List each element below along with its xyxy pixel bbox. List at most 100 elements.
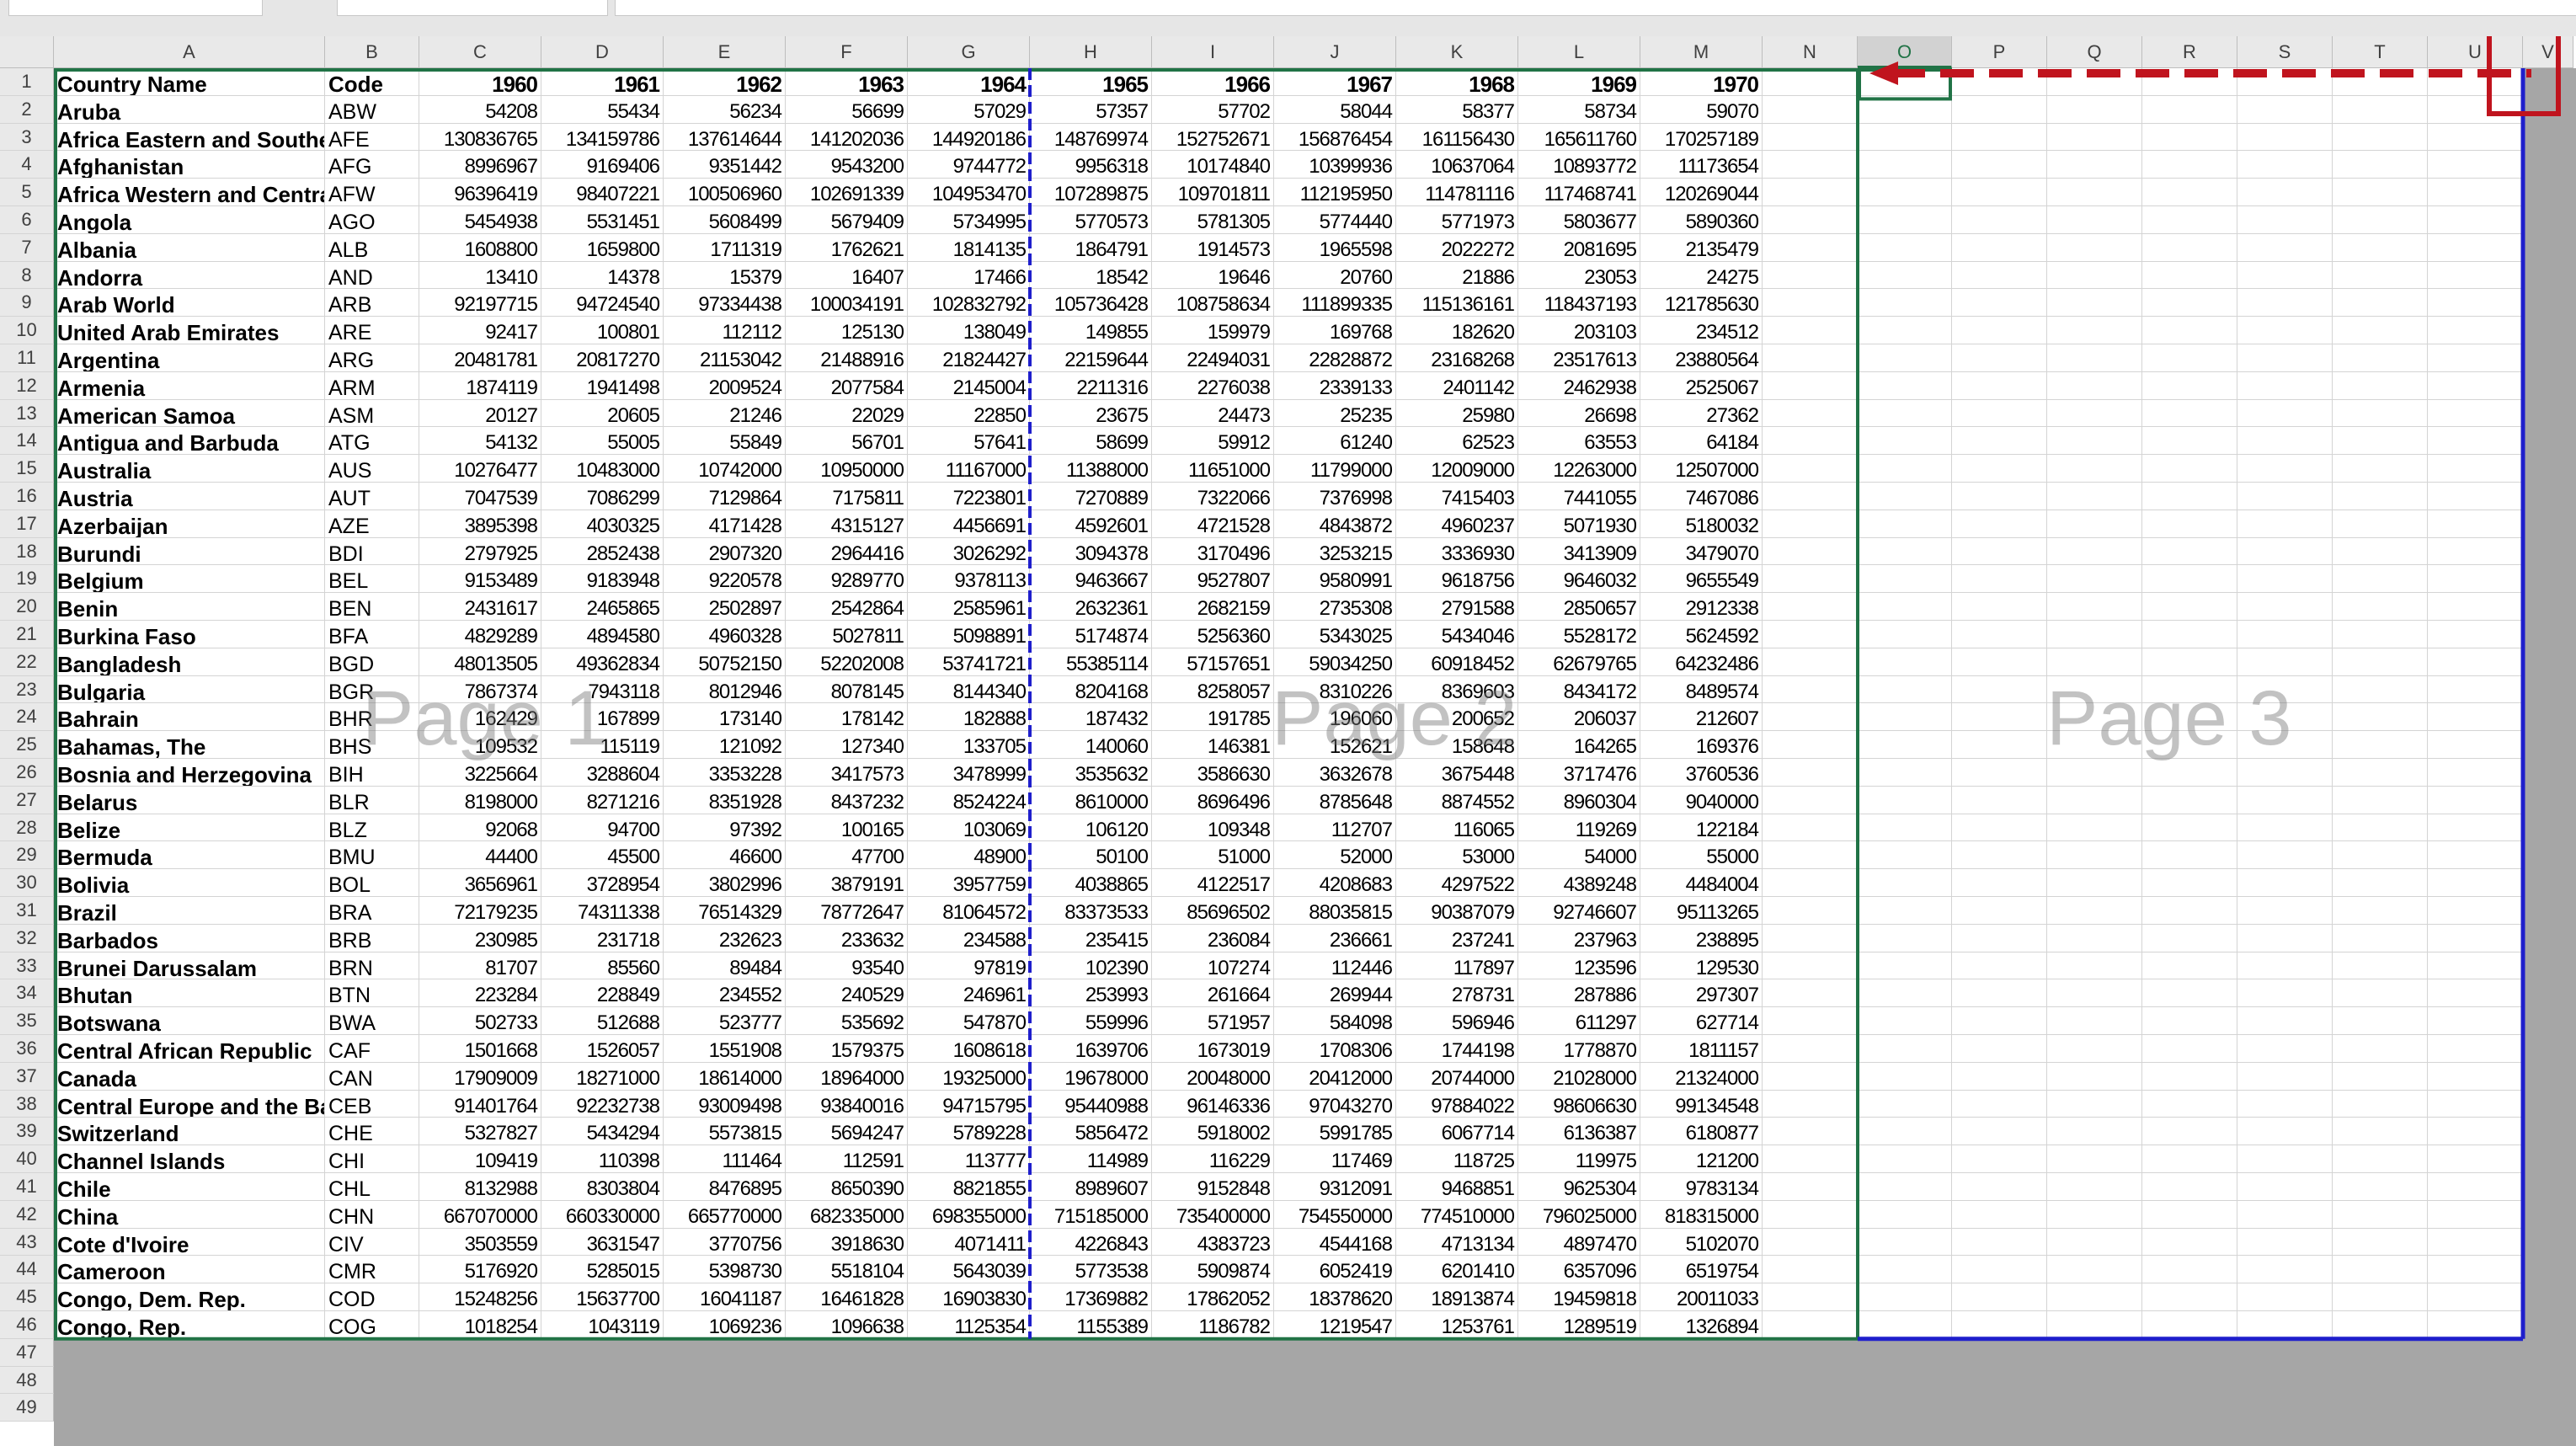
cell-t7[interactable]: [2333, 233, 2428, 262]
cell-c34[interactable]: 223284: [419, 979, 541, 1008]
cell-k2[interactable]: 58377: [1396, 95, 1518, 124]
cell-c1[interactable]: 1960: [419, 68, 541, 96]
cell-q30[interactable]: [2047, 869, 2142, 897]
row-header-39[interactable]: 39: [0, 1118, 54, 1146]
cell-e10[interactable]: 112112: [664, 317, 786, 344]
cell-r40[interactable]: [2142, 1145, 2237, 1173]
cell-d28[interactable]: 94700: [541, 814, 664, 842]
cell-o29[interactable]: [1858, 841, 1952, 870]
cell-m40[interactable]: 121200: [1640, 1145, 1763, 1173]
cell-a23[interactable]: Bulgaria: [54, 675, 325, 704]
cell-m33[interactable]: 129530: [1640, 952, 1763, 980]
cell-e39[interactable]: 5573815: [664, 1118, 786, 1146]
cell-i19[interactable]: 9527807: [1152, 565, 1274, 594]
cell-h19[interactable]: 9463667: [1030, 565, 1152, 594]
cell-p37[interactable]: [1952, 1062, 2047, 1091]
cell-r38[interactable]: [2142, 1090, 2237, 1118]
cell-k10[interactable]: 182620: [1396, 317, 1518, 344]
cell-n19[interactable]: [1763, 565, 1858, 594]
cell-k29[interactable]: 53000: [1396, 841, 1518, 870]
cell-t23[interactable]: [2333, 675, 2428, 704]
cell-n32[interactable]: [1763, 924, 1858, 952]
cell-i2[interactable]: 57702: [1152, 95, 1274, 124]
cell-o36[interactable]: [1858, 1035, 1952, 1063]
cell-t20[interactable]: [2333, 593, 2428, 621]
row-header-9[interactable]: 9: [0, 289, 54, 317]
cell-f41[interactable]: 8650390: [786, 1173, 908, 1201]
cell-e5[interactable]: 100506960: [664, 179, 786, 206]
cell-n31[interactable]: [1763, 897, 1858, 925]
cell-e41[interactable]: 8476895: [664, 1173, 786, 1201]
cell-t22[interactable]: [2333, 648, 2428, 676]
cell-n10[interactable]: [1763, 317, 1858, 344]
cell-o19[interactable]: [1858, 565, 1952, 594]
cell-q20[interactable]: [2047, 593, 2142, 621]
row-header-16[interactable]: 16: [0, 483, 54, 510]
cell-d4[interactable]: 9169406: [541, 151, 664, 179]
cell-p15[interactable]: [1952, 455, 2047, 483]
cell-m31[interactable]: 95113265: [1640, 897, 1763, 925]
cell-a24[interactable]: Bahrain: [54, 703, 325, 732]
cell-k9[interactable]: 115136161: [1396, 289, 1518, 317]
cell-k43[interactable]: 4713134: [1396, 1228, 1518, 1257]
cell-e8[interactable]: 15379: [664, 261, 786, 290]
cell-r19[interactable]: [2142, 565, 2237, 594]
cell-m5[interactable]: 120269044: [1640, 179, 1763, 206]
cell-b33[interactable]: BRN: [325, 952, 419, 980]
cell-r45[interactable]: [2142, 1283, 2237, 1311]
cell-d9[interactable]: 94724540: [541, 289, 664, 317]
cell-m29[interactable]: 55000: [1640, 841, 1763, 870]
cell-l45[interactable]: 19459818: [1518, 1283, 1640, 1311]
cell-h6[interactable]: 5770573: [1030, 206, 1152, 234]
cell-g14[interactable]: 57641: [908, 427, 1030, 456]
cell-r5[interactable]: [2142, 179, 2237, 206]
cell-g26[interactable]: 3478999: [908, 759, 1030, 787]
row-header-3[interactable]: 3: [0, 123, 54, 152]
cell-o7[interactable]: [1858, 233, 1952, 262]
cell-a20[interactable]: Benin: [54, 593, 325, 621]
cell-i10[interactable]: 159979: [1152, 317, 1274, 344]
cell-f13[interactable]: 22029: [786, 399, 908, 428]
cell-p46[interactable]: [1952, 1311, 2047, 1339]
cell-e2[interactable]: 56234: [664, 95, 786, 124]
cell-g37[interactable]: 19325000: [908, 1062, 1030, 1091]
cell-q34[interactable]: [2047, 979, 2142, 1008]
row-header-4[interactable]: 4: [0, 151, 54, 179]
cell-f12[interactable]: 2077584: [786, 371, 908, 400]
cell-s35[interactable]: [2237, 1007, 2333, 1035]
cell-q2[interactable]: [2047, 95, 2142, 124]
cell-f44[interactable]: 5518104: [786, 1256, 908, 1284]
cell-b25[interactable]: BHS: [325, 731, 419, 759]
cell-l20[interactable]: 2850657: [1518, 593, 1640, 621]
cell-i13[interactable]: 24473: [1152, 399, 1274, 428]
cell-l43[interactable]: 4897470: [1518, 1228, 1640, 1257]
cell-g10[interactable]: 138049: [908, 317, 1030, 344]
cell-c27[interactable]: 8198000: [419, 786, 541, 814]
cell-u34[interactable]: [2428, 979, 2523, 1008]
cell-e7[interactable]: 1711319: [664, 233, 786, 262]
cell-h41[interactable]: 8989607: [1030, 1173, 1152, 1201]
cell-o33[interactable]: [1858, 952, 1952, 980]
cell-t31[interactable]: [2333, 897, 2428, 925]
cell-u18[interactable]: [2428, 537, 2523, 566]
cell-d44[interactable]: 5285015: [541, 1256, 664, 1284]
cell-u38[interactable]: [2428, 1090, 2523, 1118]
cell-p14[interactable]: [1952, 427, 2047, 456]
cell-f5[interactable]: 102691339: [786, 179, 908, 206]
cell-j19[interactable]: 9580991: [1274, 565, 1396, 594]
column-header-r[interactable]: R: [2142, 36, 2237, 68]
cell-i12[interactable]: 2276038: [1152, 371, 1274, 400]
cell-d43[interactable]: 3631547: [541, 1228, 664, 1257]
cell-a22[interactable]: Bangladesh: [54, 648, 325, 676]
cell-h20[interactable]: 2632361: [1030, 593, 1152, 621]
cell-u1[interactable]: [2428, 68, 2523, 96]
cell-h5[interactable]: 107289875: [1030, 179, 1152, 206]
cell-n44[interactable]: [1763, 1256, 1858, 1284]
cell-q14[interactable]: [2047, 427, 2142, 456]
cell-u26[interactable]: [2428, 759, 2523, 787]
cell-o24[interactable]: [1858, 703, 1952, 732]
cell-r33[interactable]: [2142, 952, 2237, 980]
cell-e3[interactable]: 137614644: [664, 123, 786, 152]
cell-k32[interactable]: 237241: [1396, 924, 1518, 952]
cell-p32[interactable]: [1952, 924, 2047, 952]
